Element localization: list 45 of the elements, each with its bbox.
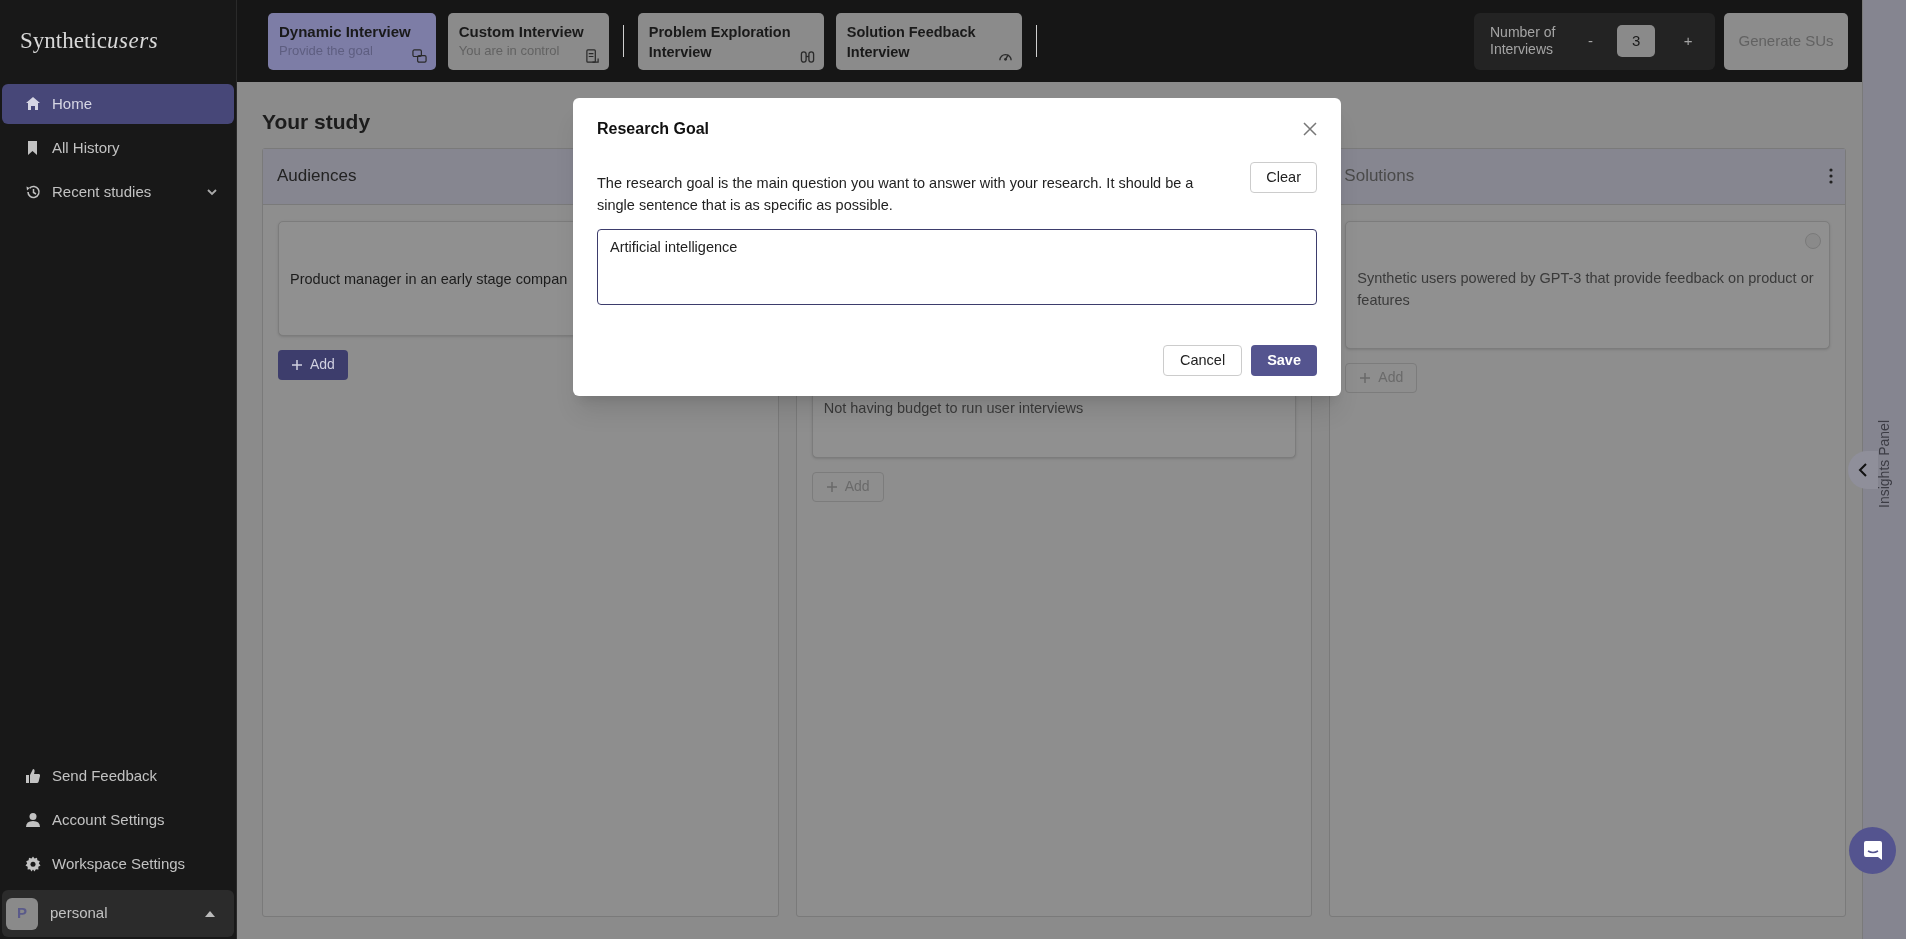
logo: Syntheticusers [20,26,159,55]
chat-bubble-icon [1862,839,1883,862]
cancel-button[interactable]: Cancel [1163,345,1243,376]
save-button[interactable]: Save [1251,345,1317,376]
collapse-panel-tab[interactable] [1848,451,1878,489]
nav-item[interactable]: Home [2,84,234,124]
nav-item[interactable]: All History [2,128,234,168]
close-icon[interactable] [1303,122,1317,136]
increment-button[interactable]: + [1673,26,1703,56]
chat-bubbles-icon [411,48,427,64]
count-field[interactable]: 3 [1617,25,1656,57]
chevron-left-icon [1857,462,1869,478]
history-icon [25,184,41,200]
add-button[interactable]: Add [278,349,348,380]
research-goal-input[interactable]: Artificial intelligence [597,229,1317,305]
dialog-description: The research goal is the main question you want to answer with your research. It should be a single sentence that is as specific as possible. [597,174,1195,215]
caret-up-icon [204,909,216,918]
plus-icon [291,358,303,371]
interview-type-tab[interactable]: Problem Exploration Interview [637,12,824,70]
column-title: Solutions [1344,165,1415,188]
dialog-title: Research Goal [597,119,710,139]
workspace-name: personal [50,903,109,924]
column-title: Audiences [277,165,357,188]
study-card[interactable]: Synthetic users powered by GPT-3 that provide feedback on product or features [1345,220,1830,349]
card-text: Not having budget to run user interviews [823,398,1085,418]
more-menu-icon[interactable] [1829,168,1833,184]
interview-type-tab[interactable]: Solution Feedback Interview [835,12,1022,70]
clear-button[interactable]: Clear [1250,162,1317,193]
home-icon [25,96,41,112]
settings-icon [25,856,41,872]
thumbs-up-icon [25,768,41,784]
card-text: Product manager in an early stage compan [290,269,569,289]
document-icon [584,48,600,64]
sidebar-link[interactable]: Send Feedback [2,756,234,796]
sidebar-link[interactable]: Workspace Settings [2,844,234,884]
card-text: Synthetic users powered by GPT-3 that provide feedback on product or features [1357,268,1815,310]
plus-icon [825,480,838,493]
plus-icon [1359,371,1372,384]
page-title: Your study [262,109,371,135]
decrement-button[interactable]: - [1575,26,1606,56]
user-icon [25,812,41,828]
binoculars-icon [799,48,815,64]
nav-item[interactable]: Recent studies [2,172,234,212]
sidebar-link[interactable]: Account Settings [2,800,234,840]
counter-label: Number of Interviews [1490,24,1557,58]
